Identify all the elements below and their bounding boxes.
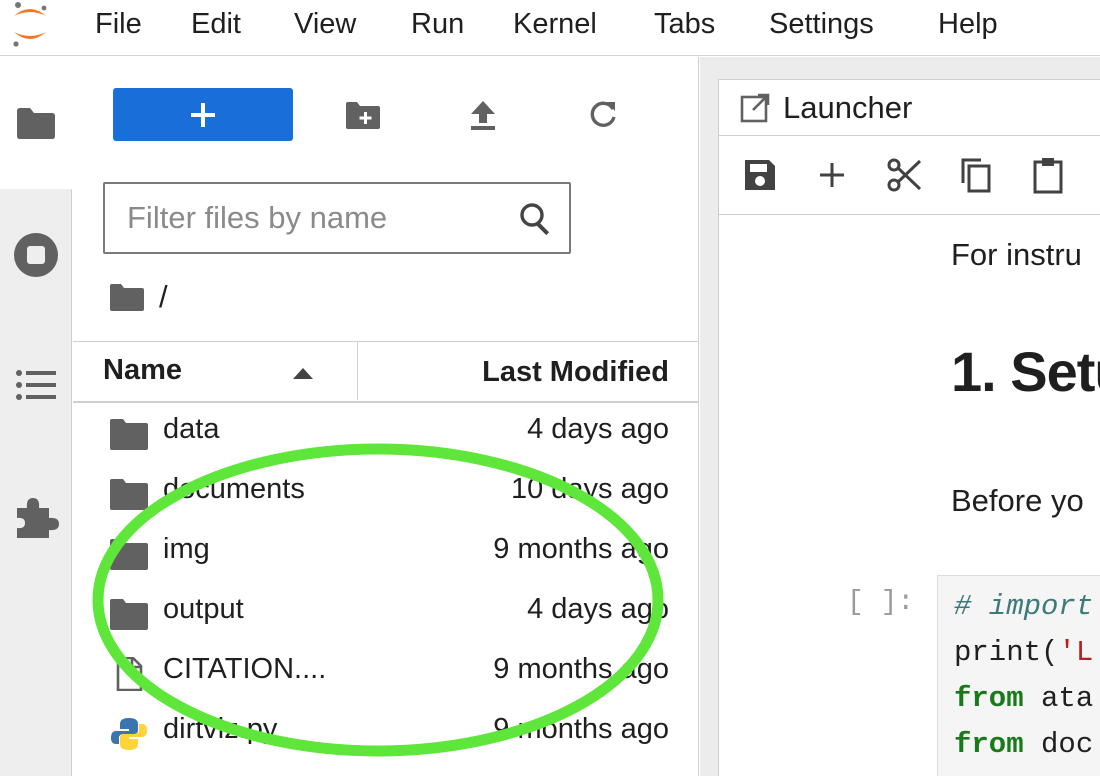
file-name: img xyxy=(163,533,210,565)
puzzle-icon xyxy=(17,498,59,538)
code-string: 'L xyxy=(1058,636,1094,669)
menu-view[interactable]: View xyxy=(294,6,356,42)
code-line: from ata xyxy=(954,682,1093,715)
file-icon xyxy=(116,657,143,691)
file-name: documents xyxy=(163,473,305,505)
file-modified: 4 days ago xyxy=(527,413,669,445)
folder-icon xyxy=(110,419,148,450)
new-folder-button[interactable] xyxy=(343,95,383,135)
file-browser-tab[interactable] xyxy=(0,59,72,187)
tab-label: Launcher xyxy=(783,90,913,125)
upload-button[interactable] xyxy=(463,95,503,135)
file-modified: 10 days ago xyxy=(510,473,669,505)
notebook-body: For instru 1. Setu Before yo [ ]: # impo… xyxy=(718,215,1100,776)
upload-icon xyxy=(471,101,495,130)
new-folder-icon xyxy=(346,102,380,129)
code-text: doc xyxy=(1023,728,1094,761)
copy-button[interactable] xyxy=(955,154,997,196)
code-text: ata xyxy=(1023,682,1094,715)
tab-launcher[interactable]: Launcher xyxy=(718,79,1100,135)
file-name: CITATION.... xyxy=(163,653,327,685)
paste-icon xyxy=(1033,158,1063,194)
markdown-line: Before yo xyxy=(951,483,1084,518)
cut-button[interactable] xyxy=(883,154,925,196)
breadcrumb: / xyxy=(109,275,168,319)
code-cell[interactable]: # import print('L from ata from doc xyxy=(937,575,1100,776)
menu-file[interactable]: File xyxy=(95,6,142,42)
markdown-line: For instru xyxy=(951,237,1082,272)
menu-tabs[interactable]: Tabs xyxy=(654,6,715,42)
jupyter-logo-icon[interactable] xyxy=(6,0,54,50)
refresh-button[interactable] xyxy=(583,95,623,135)
markdown-heading: 1. Setu xyxy=(951,340,1100,403)
search-icon xyxy=(520,203,550,236)
stop-circle-icon xyxy=(14,233,58,277)
paste-button[interactable] xyxy=(1027,154,1069,196)
sort-ascending-icon[interactable] xyxy=(291,366,315,380)
table-of-contents-tab[interactable] xyxy=(0,321,72,449)
menu-settings[interactable]: Settings xyxy=(769,6,874,42)
file-row[interactable]: output 4 days ago xyxy=(73,583,699,643)
python-icon xyxy=(111,718,147,750)
filter-files-field[interactable] xyxy=(103,182,571,254)
plus-icon xyxy=(191,102,215,127)
code-line: from doc xyxy=(954,728,1093,761)
file-modified: 9 months ago xyxy=(493,653,669,685)
menu-bar: File Edit View Run Kernel Tabs Settings … xyxy=(0,0,1100,56)
file-row[interactable]: documents 10 days ago xyxy=(73,463,699,523)
folder-icon xyxy=(110,479,148,510)
code-comment: # import xyxy=(954,590,1094,623)
file-row[interactable]: img 9 months ago xyxy=(73,523,699,583)
code-line: print('L xyxy=(954,636,1093,669)
file-row[interactable]: CITATION.... 9 months ago xyxy=(73,643,699,703)
save-icon xyxy=(745,160,775,190)
save-button[interactable] xyxy=(739,154,781,196)
extensions-tab[interactable] xyxy=(0,453,72,581)
new-launcher-button[interactable] xyxy=(113,88,293,141)
menu-run[interactable]: Run xyxy=(411,6,464,42)
menu-edit[interactable]: Edit xyxy=(191,6,241,42)
last-modified-column-header[interactable]: Last Modified xyxy=(482,356,669,389)
menu-kernel[interactable]: Kernel xyxy=(513,6,597,42)
file-name: data xyxy=(163,413,220,445)
plus-icon xyxy=(820,163,844,187)
code-function: print( xyxy=(954,636,1059,669)
filter-files-input[interactable] xyxy=(127,196,507,240)
file-row[interactable]: dirtviz.py 9 months ago xyxy=(73,703,699,763)
column-divider[interactable] xyxy=(357,342,358,400)
folder-icon xyxy=(17,108,55,139)
file-modified: 9 months ago xyxy=(493,533,669,565)
refresh-icon xyxy=(590,101,616,127)
folder-icon[interactable] xyxy=(109,282,145,312)
cell-prompt: [ ]: xyxy=(847,587,915,618)
file-browser-panel: / Name Last Modified data 4 days ago doc… xyxy=(73,57,699,776)
cut-icon xyxy=(887,158,922,192)
file-name: dirtviz.py xyxy=(163,713,278,745)
folder-icon xyxy=(110,539,148,570)
insert-cell-button[interactable] xyxy=(811,154,853,196)
menu-help[interactable]: Help xyxy=(938,6,998,42)
file-name: output xyxy=(163,593,244,625)
main-work-area: Launcher For instru 1. Set Before yo []… xyxy=(700,57,1100,776)
launch-icon xyxy=(740,93,770,123)
file-row[interactable]: data 4 days ago xyxy=(73,403,699,463)
file-list-header: Name Last Modified xyxy=(73,341,699,403)
folder-icon xyxy=(110,599,148,630)
notebook-toolbar xyxy=(718,135,1100,215)
breadcrumb-root[interactable]: / xyxy=(159,279,168,315)
list-icon xyxy=(16,370,56,400)
code-keyword: from xyxy=(954,682,1024,715)
code-keyword: from xyxy=(954,728,1024,761)
name-column-header[interactable]: Name xyxy=(103,354,182,387)
file-modified: 4 days ago xyxy=(527,593,669,625)
copy-icon xyxy=(961,158,991,193)
running-sessions-tab[interactable] xyxy=(0,191,72,319)
file-modified: 9 months ago xyxy=(493,713,669,745)
activity-bar xyxy=(0,57,72,776)
